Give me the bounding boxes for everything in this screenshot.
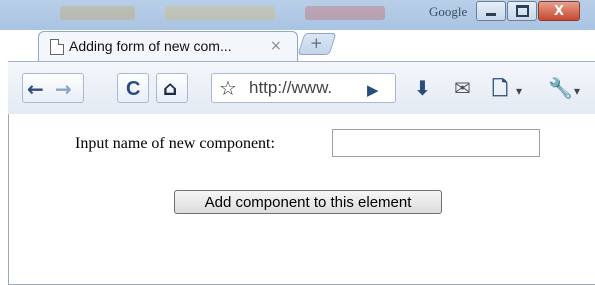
- tab-close-icon[interactable]: ×: [270, 38, 282, 54]
- reload-icon: C: [126, 78, 141, 100]
- tab-title: Adding form of new com...: [69, 38, 232, 54]
- go-icon[interactable]: ▶: [367, 80, 379, 100]
- back-arrow-icon[interactable]: ←: [27, 79, 44, 99]
- chevron-down-icon: ▾: [574, 84, 581, 98]
- page-content: Input name of new component: Add compone…: [8, 114, 595, 285]
- window-controls: X: [476, 1, 581, 21]
- browser-window: Google X Adding form of new com... × + ←…: [0, 0, 595, 285]
- url-text[interactable]: http://www.: [249, 78, 332, 98]
- chevron-down-icon: ▾: [516, 84, 523, 98]
- page-icon: [50, 39, 64, 55]
- minimize-button[interactable]: [476, 1, 506, 21]
- browser-toolbar: ← → C ⌂ ☆ http://www. ▶ ⬇ ✉ 🗋 ▾ 🔧 ▾: [8, 61, 595, 115]
- component-name-label: Input name of new component:: [75, 135, 275, 152]
- minimize-icon: [486, 12, 496, 16]
- component-name-input[interactable]: [332, 129, 540, 157]
- title-bar[interactable]: Google X: [0, 0, 595, 30]
- active-tab[interactable]: Adding form of new com... ×: [38, 31, 298, 62]
- download-icon[interactable]: ⬇: [414, 78, 431, 98]
- maximize-button[interactable]: [507, 1, 537, 21]
- blurred-bookmark: [60, 6, 135, 20]
- star-icon[interactable]: ☆: [219, 78, 237, 98]
- forward-arrow-icon[interactable]: →: [55, 79, 72, 99]
- close-window-button[interactable]: X: [538, 1, 580, 21]
- blurred-bookmark: [305, 6, 385, 20]
- window-title-label: Google: [429, 4, 468, 19]
- close-icon: X: [553, 3, 565, 19]
- mail-icon[interactable]: ✉: [454, 78, 471, 98]
- home-icon: ⌂: [163, 76, 178, 100]
- add-component-button[interactable]: Add component to this element: [174, 190, 442, 214]
- maximize-icon: [515, 5, 529, 17]
- wrench-icon[interactable]: 🔧: [548, 78, 573, 98]
- page-menu-icon[interactable]: 🗋: [492, 78, 508, 98]
- blurred-bookmark: [165, 6, 275, 20]
- new-tab-plus-icon: +: [310, 34, 323, 52]
